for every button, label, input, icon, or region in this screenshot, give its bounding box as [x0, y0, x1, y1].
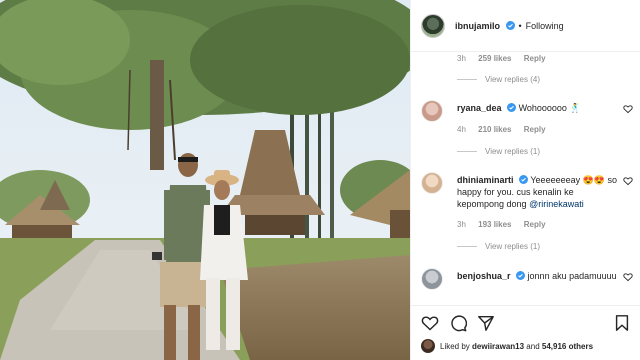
post-photo [0, 0, 410, 360]
replies-divider-line [457, 151, 477, 152]
reply-button[interactable]: Reply [524, 220, 546, 229]
comment-likes-count[interactable]: 193 likes [478, 220, 511, 229]
reply-button[interactable]: Reply [524, 54, 546, 63]
comment-likes-count[interactable]: 259 likes [478, 54, 511, 63]
comment-heart-icon[interactable] [623, 104, 633, 114]
likes-others-count[interactable]: 54,916 others [542, 342, 593, 351]
post-header: ibnujamilo • Following [411, 0, 640, 52]
view-replies-button[interactable]: View replies (1) [457, 242, 540, 251]
commenter-avatar[interactable] [421, 172, 443, 194]
author-username-text[interactable]: ibnujamilo [455, 21, 500, 31]
likes-prefix: Liked by [440, 341, 470, 351]
comment-meta: 4h 210 likes Reply [457, 125, 556, 134]
comment-content: jonnn aku padamuuuu [527, 271, 617, 281]
view-replies-button[interactable]: View replies (1) [457, 147, 540, 156]
comment-text: benjoshua_r jonnn aku padamuuuu [457, 270, 617, 282]
comment-likes-count[interactable]: 210 likes [478, 125, 511, 134]
verified-badge-icon [516, 271, 526, 280]
likes-summary: Liked by dewiirawan13 and 54,916 others [421, 339, 593, 353]
comment-text: ryana_dea Wohoooooo 🕺 [457, 102, 617, 114]
share-icon[interactable] [477, 314, 495, 332]
header-separator: • [518, 20, 522, 31]
view-replies-label[interactable]: View replies (1) [485, 242, 540, 251]
heart-icon[interactable] [421, 314, 439, 332]
mention-link[interactable]: @ririnekawati [529, 199, 584, 209]
photo-scene [0, 0, 410, 360]
bookmark-icon[interactable] [613, 314, 631, 332]
view-replies-button[interactable]: View replies (4) [457, 75, 540, 84]
post-sidebar: ibnujamilo • Following 3h 259 likes Repl… [410, 0, 640, 360]
replies-divider-line [457, 79, 477, 80]
comment-text: dhiniaminarti Yeeeeeeeay 😍😍 so happy for… [457, 174, 617, 210]
verified-badge-icon [519, 175, 529, 184]
comment-content: Wohoooooo 🕺 [518, 103, 581, 113]
commenter-username[interactable]: dhiniaminarti [457, 175, 514, 185]
commenter-avatar[interactable] [421, 268, 443, 290]
verified-badge-icon [505, 20, 515, 30]
view-replies-label[interactable]: View replies (1) [485, 147, 540, 156]
comment-time: 4h [457, 125, 466, 134]
commenter-username[interactable]: benjoshua_r [457, 271, 511, 281]
likes-middle: and [526, 341, 540, 351]
comments-list: 3h 259 likes Reply View replies (4) ryan… [411, 52, 640, 305]
post-actions: Liked by dewiirawan13 and 54,916 others [411, 305, 640, 360]
commenter-avatar[interactable] [421, 100, 443, 122]
follow-status-button[interactable]: Following [526, 21, 564, 31]
liker-username[interactable]: dewiirawan13 [472, 342, 524, 351]
replies-divider-line [457, 246, 477, 247]
view-replies-label[interactable]: View replies (4) [485, 75, 540, 84]
comment-heart-icon[interactable] [623, 272, 633, 282]
comment-icon[interactable] [449, 314, 467, 332]
comment-meta: 3h 259 likes Reply [457, 54, 556, 63]
reply-button[interactable]: Reply [524, 125, 546, 134]
comment-time: 3h [457, 54, 466, 63]
comment-time: 3h [457, 220, 466, 229]
comment-meta: 3h 193 likes Reply [457, 220, 556, 229]
verified-badge-icon [507, 103, 517, 112]
author-username[interactable]: ibnujamilo [455, 20, 515, 31]
liker-avatar[interactable] [421, 339, 435, 353]
comment-heart-icon[interactable] [623, 176, 633, 186]
author-avatar[interactable] [421, 13, 445, 38]
commenter-username[interactable]: ryana_dea [457, 103, 502, 113]
